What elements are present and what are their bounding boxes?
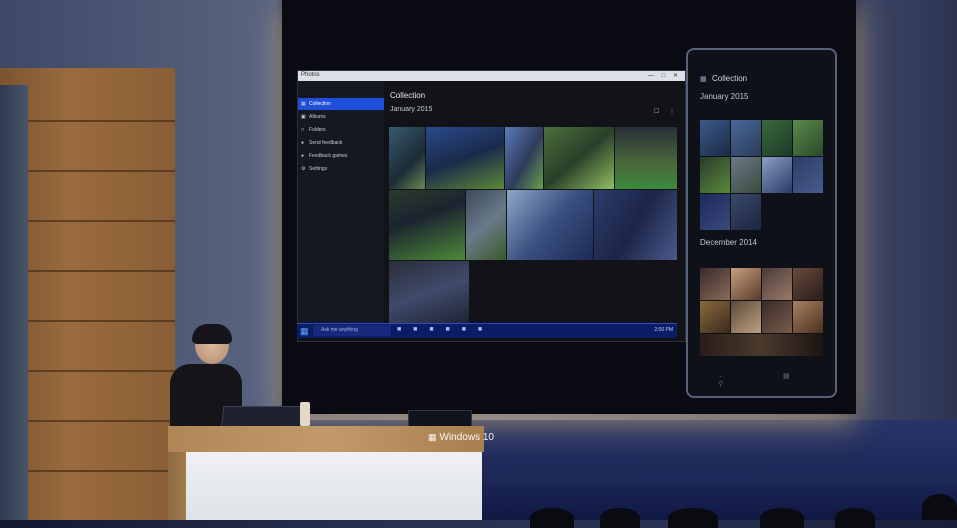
taskbar-clock: 2:00 PM [654,327,673,333]
photo-thumbnail[interactable] [731,268,761,300]
sidebar-item-settings[interactable]: ⚙ Settings [298,163,384,175]
photo-thumbnail[interactable] [389,127,425,189]
photo-thumbnail[interactable] [793,120,823,156]
photo-thumbnail[interactable] [505,127,543,189]
photo-thumbnail[interactable] [731,120,761,156]
taskbar: ▦ Ask me anything ■ ■ ■ ■ ■ ■ 2:00 PM [297,323,677,338]
podium-front [186,452,482,520]
settings-icon: ⚙ [301,166,306,172]
sidebar-item-label: Settings [309,166,328,172]
photo-thumbnail[interactable] [700,157,730,193]
app-sidebar: ▦ Collection ▣ Albums □ Folders ● Send feedb… [298,81,384,329]
cup [300,402,310,426]
audience-head [530,508,574,528]
stage-pillar [0,85,28,520]
photo-thumbnail[interactable] [700,268,730,300]
phone-page-title: Collection [712,74,748,83]
photo-thumbnail[interactable] [731,157,761,193]
audience-head [668,508,718,528]
window-title: Photos [301,72,320,78]
window-title-bar[interactable]: Photos — □ ✕ [298,71,685,81]
photo-thumbnail[interactable] [762,301,792,333]
feedback-icon: ● [301,140,305,146]
collection-icon: ▦ [700,76,707,83]
photo-thumbnail[interactable] [762,268,792,300]
audience-head [600,508,640,528]
sidebar-item-label: Albums [309,114,326,120]
phone-section-heading: January 2015 [700,92,749,101]
collection-icon: ▦ [301,101,306,107]
sidebar-item-label: Feedback games [309,153,348,159]
folders-icon: □ [301,127,305,133]
photos-app-window: Photos — □ ✕ ▦ Collection ▣ Albums □ Folder… [297,70,686,342]
windows-start-icon[interactable]: ▦ [300,326,309,337]
photo-thumbnail[interactable] [389,261,469,325]
photo-thumbnail[interactable] [594,190,677,260]
photo-thumbnail[interactable] [700,120,730,156]
sidebar-item-send-feedback[interactable]: ● Send feedback [298,137,384,149]
sidebar-item-folders[interactable]: □ Folders [298,124,384,136]
sidebar-item-label: Collection [309,101,331,107]
sidebar-item-label: Send feedback [309,140,343,146]
photo-thumbnail[interactable] [544,127,614,189]
photo-thumbnail[interactable] [389,190,465,260]
audience-head [922,494,957,520]
podium-side [168,452,188,520]
window-controls[interactable]: — □ ✕ [648,72,681,79]
sidebar-item-albums[interactable]: ▣ Albums [298,111,384,123]
sidebar-item-feedback-games[interactable]: ● Feedback games [298,150,384,162]
photo-thumbnail[interactable] [466,190,506,260]
photo-thumbnail[interactable] [615,127,677,189]
page-title: Collection [390,91,426,100]
photo-thumbnail[interactable] [762,157,792,193]
photo-thumbnail[interactable] [700,194,730,230]
phone-nav-buttons[interactable]: ← ▦ ⚲ [718,372,835,388]
taskbar-search-box[interactable]: Ask me anything [313,325,391,336]
sidebar-item-label: Folders [309,127,326,133]
phone-section-heading: December 2014 [700,238,757,247]
section-heading: January 2015 [390,106,433,113]
podium-logo-text: Windows 10 [439,432,494,443]
photo-thumbnail[interactable] [700,301,730,333]
photo-thumbnail[interactable] [793,268,823,300]
audience-head [760,508,804,528]
toolbar-icons[interactable]: ☐ ⋮ [654,108,679,115]
photo-thumbnail[interactable] [793,157,823,193]
photo-thumbnail[interactable] [426,127,504,189]
photo-thumbnail[interactable] [700,334,823,356]
albums-icon: ▣ [301,114,306,120]
windows-logo-icon: ▦ [428,432,437,442]
photo-thumbnail[interactable] [793,301,823,333]
photo-thumbnail[interactable] [731,194,761,230]
phone-screen: ▦ Collection January 2015 December 2014 … [686,48,837,398]
audience-head [835,508,875,528]
games-icon: ● [301,153,305,159]
photo-thumbnail[interactable] [731,301,761,333]
podium-logo: ▦ Windows 10 [428,432,494,443]
sidebar-item-collection[interactable]: ▦ Collection [298,98,384,110]
search-placeholder: Ask me anything [321,327,358,333]
photo-thumbnail[interactable] [507,190,593,260]
taskbar-app-icons[interactable]: ■ ■ ■ ■ ■ ■ [397,326,487,333]
speaker-hair [192,324,232,344]
photo-thumbnail[interactable] [762,120,792,156]
